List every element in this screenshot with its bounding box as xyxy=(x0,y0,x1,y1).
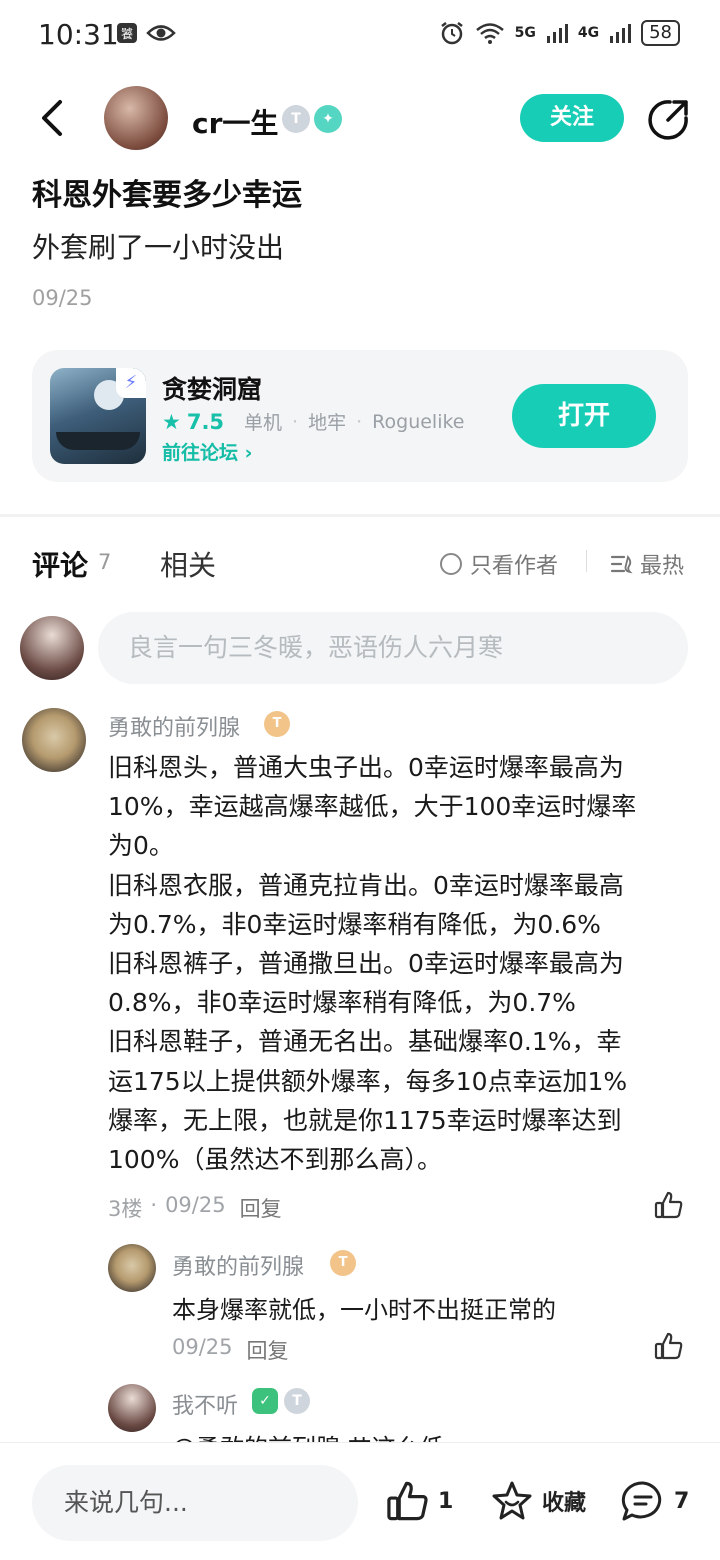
post-date: 09/25 xyxy=(32,286,93,310)
signal-4g-label: 4G xyxy=(577,25,600,41)
game-meta: ★ 7.5 单机 · 地牢 · Roguelike xyxy=(162,408,465,435)
status-left-icons: 饕 xyxy=(116,22,176,44)
separator-dot: · xyxy=(292,410,299,433)
reply-avatar[interactable] xyxy=(108,1384,156,1432)
bottom-bar: 来说几句... 1 收藏 7 xyxy=(0,1442,720,1560)
sort-label: 最热 xyxy=(640,554,685,579)
signal-bars-icon xyxy=(546,24,568,43)
eye-icon xyxy=(146,25,176,41)
back-button[interactable] xyxy=(36,98,72,138)
game-rating: 7.5 xyxy=(186,409,225,434)
favorite-button[interactable]: 收藏 xyxy=(490,1479,586,1523)
my-avatar xyxy=(20,616,84,680)
comment-line: 为0。 xyxy=(108,831,174,861)
author-name[interactable]: cr一生 xyxy=(192,102,278,142)
radio-circle-icon xyxy=(440,553,462,575)
comment-floor: 3楼 xyxy=(108,1197,143,1221)
section-divider xyxy=(0,514,720,517)
game-card[interactable]: ⚡ 贪婪洞窟 ★ 7.5 单机 · 地牢 · Roguelike 前往论坛 › … xyxy=(32,350,688,482)
thumbs-up-icon xyxy=(387,1481,428,1521)
reply-avatar[interactable] xyxy=(108,1244,156,1292)
author-only-toggle[interactable]: 只看作者 xyxy=(440,548,558,580)
reply-meta: 09/25 回复 xyxy=(172,1335,289,1365)
reply-level-badge: T xyxy=(284,1388,310,1414)
comment-button[interactable]: 7 xyxy=(620,1479,689,1523)
comment-line: 100%（虽然达不到那么高）。 xyxy=(108,1145,442,1175)
game-tag: 单机 xyxy=(244,412,283,434)
comment-meta: 3楼 · 09/25 回复 xyxy=(108,1193,282,1223)
author-only-label: 只看作者 xyxy=(470,554,559,579)
status-right-icons: 5G 4G 58 xyxy=(439,20,680,46)
tab-comments[interactable]: 评论 xyxy=(32,544,88,584)
comment-line: 旧科恩裤子，普通撒旦出。0幸运时爆率最高为 xyxy=(108,949,624,979)
reply-author-name[interactable]: 我不听 xyxy=(172,1388,238,1420)
sort-icon xyxy=(610,555,633,574)
status-bar: 10:31 饕 5G 4G 58 xyxy=(0,0,720,72)
commenter-avatar[interactable] xyxy=(22,708,86,772)
open-game-button[interactable]: 打开 xyxy=(512,384,656,448)
svg-text:饕: 饕 xyxy=(121,26,133,41)
comment-bubble-icon xyxy=(621,1481,662,1521)
separator-dot: · xyxy=(150,1193,158,1217)
post-title: 科恩外套要多少幸运 xyxy=(32,178,302,213)
comment-input[interactable]: 良言一句三冬暖，恶语伤人六月寒 xyxy=(98,612,688,684)
author-avatar[interactable] xyxy=(104,86,168,150)
reply-text: 本身爆率就低，一小时不出挺正常的 xyxy=(172,1296,556,1324)
tab-separator xyxy=(586,550,587,572)
like-count: 1 xyxy=(438,1488,454,1514)
reply-date: 09/25 xyxy=(172,1335,233,1359)
star-outline-icon xyxy=(492,1481,532,1520)
lightning-icon: ⚡ xyxy=(116,368,146,398)
forum-link[interactable]: 前往论坛 › xyxy=(162,438,252,465)
comment-line: 旧科恩头，普通大虫子出。0幸运时爆率最高为 xyxy=(108,753,624,782)
comment-line: 0.8%，非0幸运时爆率稍有降低，为0.7% xyxy=(108,988,576,1018)
share-button[interactable] xyxy=(646,98,690,142)
author-honor-badge-icon: ✦ xyxy=(314,105,342,133)
author-level-badge: T xyxy=(282,105,310,133)
post-body: 外套刷了一小时没出 xyxy=(32,231,285,264)
like-button[interactable]: 1 xyxy=(386,1479,453,1523)
comment-line: 10%，幸运越高爆率越低，大于100幸运时爆率 xyxy=(108,792,637,822)
game-icon[interactable]: ⚡ xyxy=(50,368,146,464)
verified-badge-icon: ✓ xyxy=(252,1388,278,1414)
comment-line: 运175以上提供额外爆率，每多10点幸运加1% xyxy=(108,1066,628,1096)
comment-line: 旧科恩鞋子，普通无名出。基础爆率0.1%，幸 xyxy=(108,1027,622,1057)
reply-button[interactable]: 回复 xyxy=(240,1193,282,1223)
thumbs-up-icon[interactable] xyxy=(654,1190,684,1220)
comment-date: 09/25 xyxy=(165,1193,226,1217)
comment-text: 旧科恩头，普通大虫子出。0幸运时爆率最高为 10%，幸运越高爆率越低，大于100… xyxy=(108,748,692,1179)
comment-count: 7 xyxy=(674,1488,690,1514)
status-time: 10:31 xyxy=(38,18,119,51)
star-icon: ★ xyxy=(162,409,181,434)
comment-line: 为0.7%，非0幸运时爆率稍有降低，为0.6% xyxy=(108,909,601,939)
game-icon-boat xyxy=(56,432,140,450)
game-tag: 地牢 xyxy=(308,412,347,434)
game-tag: Roguelike xyxy=(372,410,465,433)
signal-5g-label: 5G xyxy=(514,25,536,41)
bottom-comment-input[interactable]: 来说几句... xyxy=(32,1465,358,1541)
game-name[interactable]: 贪婪洞窟 xyxy=(162,370,262,406)
follow-button[interactable]: 关注 xyxy=(520,94,624,142)
alarm-icon xyxy=(440,22,463,45)
reply-level-badge: T xyxy=(330,1250,356,1276)
comment-line: 旧科恩衣服，普通克拉肯出。0幸运时爆率最高 xyxy=(108,870,624,900)
commenter-level-badge: T xyxy=(264,711,290,737)
commenter-name[interactable]: 勇敢的前列腺 xyxy=(108,710,240,742)
battery-indicator: 58 xyxy=(641,20,680,46)
reply-button[interactable]: 回复 xyxy=(247,1335,289,1365)
separator-dot: · xyxy=(356,410,363,433)
reply-author-name[interactable]: 勇敢的前列腺 xyxy=(172,1249,304,1281)
app-notification-icon: 饕 xyxy=(117,23,137,43)
sort-toggle[interactable]: 最热 xyxy=(610,548,684,580)
comment-line: 爆率，无上限，也就是你1175幸运时爆率达到 xyxy=(108,1105,622,1135)
thumbs-up-icon[interactable] xyxy=(654,1331,684,1361)
tab-comments-count: 7 xyxy=(98,550,112,574)
tab-related[interactable]: 相关 xyxy=(160,544,216,584)
favorite-label: 收藏 xyxy=(542,1491,587,1516)
signal-bars-icon-2 xyxy=(610,24,632,43)
wifi-icon xyxy=(475,23,504,44)
